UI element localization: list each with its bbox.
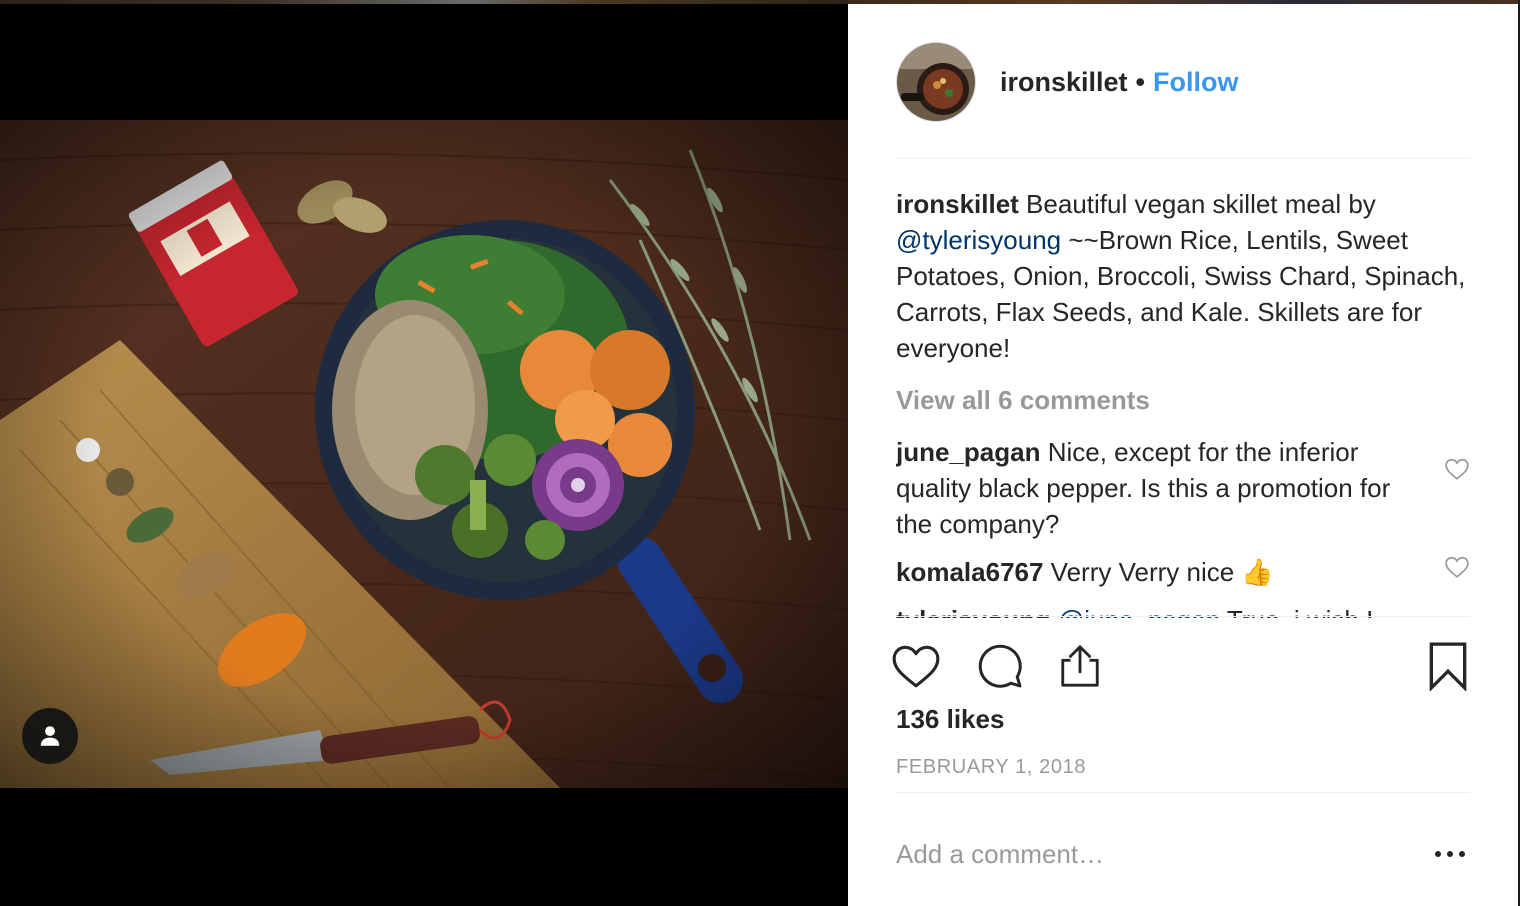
comment-author[interactable]: june_pagan	[896, 437, 1040, 467]
save-button[interactable]	[1422, 636, 1474, 696]
comment-button[interactable]	[974, 636, 1026, 696]
caption-text: Beautiful vegan skillet meal by	[1018, 189, 1376, 219]
heart-icon	[892, 645, 940, 688]
more-dots-icon	[1435, 851, 1465, 857]
comment-input[interactable]	[896, 838, 1430, 870]
avatar[interactable]	[896, 42, 976, 122]
comments-divider	[896, 616, 1470, 617]
user-tag-button[interactable]	[22, 708, 78, 764]
post-details-panel: ironskillet • Follow ironskillet Beautif…	[848, 4, 1518, 906]
avatar-image	[897, 43, 975, 121]
more-options-button[interactable]	[1430, 834, 1470, 874]
post-author-username[interactable]: ironskillet	[1000, 67, 1128, 98]
caption-mention[interactable]: @tylerisyoung	[896, 225, 1061, 255]
comments-list[interactable]: ironskillet Beautiful vegan skillet meal…	[896, 186, 1470, 618]
comment-item: komala6767 Verry Verry nice 👍	[896, 554, 1470, 590]
view-all-comments-link[interactable]: View all 6 comments	[896, 382, 1470, 418]
header-divider	[896, 158, 1470, 159]
post-date: FEBRUARY 1, 2018	[896, 756, 1087, 778]
follow-button[interactable]: Follow	[1153, 67, 1238, 98]
post-caption: ironskillet Beautiful vegan skillet meal…	[896, 186, 1470, 366]
post-photo[interactable]	[0, 120, 848, 788]
share-icon	[1061, 645, 1099, 687]
like-button[interactable]	[890, 636, 942, 696]
comment-author[interactable]: komala6767	[896, 557, 1043, 587]
heart-icon[interactable]	[1444, 554, 1470, 580]
bookmark-icon	[1429, 642, 1467, 691]
heart-icon[interactable]	[1444, 456, 1470, 482]
share-button[interactable]	[1054, 636, 1106, 696]
comment-item: june_pagan Nice, except for the inferior…	[896, 434, 1470, 542]
post-media	[0, 0, 848, 906]
footer-divider	[896, 792, 1470, 793]
post-actions	[892, 636, 1470, 696]
add-comment-bar	[896, 830, 1470, 878]
comment-text: Verry Verry nice 👍	[1043, 557, 1274, 587]
skillet-meal-illustration	[0, 120, 848, 788]
post-header: ironskillet • Follow	[896, 42, 1238, 122]
background-strip	[0, 0, 848, 4]
person-icon	[40, 726, 60, 746]
speech-bubble-icon	[978, 644, 1022, 688]
likes-count[interactable]: 136 likes	[896, 704, 1004, 735]
caption-author[interactable]: ironskillet	[896, 189, 1019, 219]
separator-dot: •	[1135, 66, 1145, 97]
